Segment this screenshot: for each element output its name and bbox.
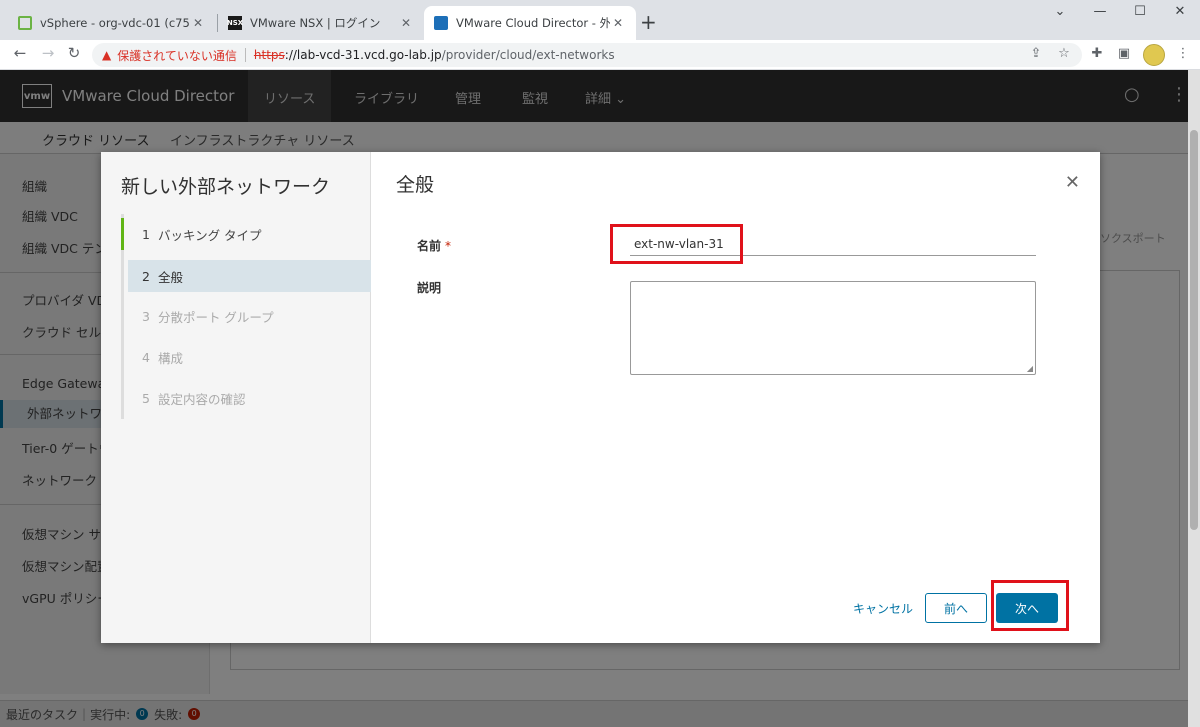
maximize-button[interactable]: ☐ [1130, 4, 1150, 19]
url-scheme: https [253, 48, 285, 62]
wizard-content: 全般 ✕ 名前 * ext-nw-vlan-31 説明 ◢ キャンセル 前へ 次へ [372, 152, 1100, 643]
step-label: バッキング タイプ [157, 227, 262, 243]
new-tab-button[interactable]: + [640, 10, 657, 34]
step-backing-type[interactable]: 1 バッキング タイプ [121, 218, 371, 250]
step-label: 構成 [157, 350, 183, 366]
step-review: 5 設定内容の確認 [142, 390, 246, 407]
close-icon[interactable]: ✕ [1065, 172, 1080, 193]
name-label: 名前 * [417, 239, 452, 253]
tab-title: VMware NSX | ログイン [250, 16, 381, 30]
browser-tab-vcd[interactable]: VMware Cloud Director - 外部ネ ✕ [424, 6, 636, 40]
not-secure-label[interactable]: 保護されていない通信 [117, 47, 237, 64]
page-scrollbar[interactable] [1188, 70, 1200, 727]
tab-search-icon[interactable]: ⌄ [1050, 4, 1070, 19]
side-panel-icon[interactable]: ▣ [1115, 46, 1133, 61]
browser-tab-bar: vSphere - org-vdc-01 (c75f0cb2- ✕ NSX VM… [0, 0, 1200, 40]
page-heading: 全般 [396, 174, 435, 196]
extensions-icon[interactable]: ✚ [1088, 46, 1106, 61]
close-tab-icon[interactable]: ✕ [398, 16, 414, 30]
step-label: 分散ポート グループ [157, 309, 274, 325]
nsx-icon: NSX [227, 16, 243, 30]
scrollbar-thumb[interactable] [1190, 130, 1198, 530]
resize-handle-icon[interactable]: ◢ [1027, 364, 1033, 373]
tab-title: VMware Cloud Director - 外部ネ [456, 16, 610, 30]
warning-icon: ▲ [102, 48, 112, 62]
reload-icon[interactable]: ↻ [64, 44, 84, 62]
previous-button[interactable]: 前へ [925, 593, 987, 623]
close-tab-icon[interactable]: ✕ [190, 16, 206, 30]
step-configuration: 4 構成 [142, 349, 183, 366]
back-icon[interactable]: ← [10, 44, 30, 62]
wizard-steps-panel: 新しい外部ネットワーク 1 バッキング タイプ 2 全般 3 分散ポート グルー… [101, 152, 371, 643]
new-external-network-wizard: 新しい外部ネットワーク 1 バッキング タイプ 2 全般 3 分散ポート グルー… [101, 152, 1100, 643]
step-label: 設定内容の確認 [157, 391, 246, 407]
minimize-button[interactable]: — [1090, 4, 1110, 19]
vsphere-icon [18, 16, 32, 30]
vcd-icon [434, 16, 448, 30]
wizard-title: 新しい外部ネットワーク [121, 176, 331, 198]
share-icon[interactable]: ⇪ [1027, 46, 1045, 61]
menu-kebab-icon[interactable]: ⋮ [1174, 46, 1192, 61]
description-label: 説明 [417, 281, 442, 295]
required-mark: * [445, 239, 452, 253]
profile-avatar[interactable] [1143, 44, 1165, 66]
cancel-button[interactable]: キャンセル [850, 593, 916, 623]
browser-tab-vsphere[interactable]: vSphere - org-vdc-01 (c75f0cb2- ✕ [8, 6, 216, 40]
step-label: 全般 [157, 269, 183, 285]
address-bar[interactable]: ▲ 保護されていない通信 https ://lab-vcd-31.vcd.go-… [92, 43, 1082, 67]
browser-tab-nsx[interactable]: NSX VMware NSX | ログイン ✕ [218, 6, 424, 40]
address-separator [244, 48, 246, 62]
browser-toolbar: ← → ↻ ▲ 保護されていない通信 https ://lab-vcd-31.v… [0, 40, 1200, 70]
url-path: /provider/cloud/ext-networks [441, 48, 615, 62]
highlight-box-next [991, 580, 1069, 631]
bookmark-star-icon[interactable]: ☆ [1055, 46, 1073, 61]
url-host: ://lab-vcd-31.vcd.go-lab.jp [284, 48, 442, 62]
forward-icon[interactable]: → [38, 44, 58, 62]
tab-title: vSphere - org-vdc-01 (c75f0cb2- [40, 16, 190, 30]
step-general[interactable]: 2 全般 [128, 260, 371, 292]
close-window-button[interactable]: ✕ [1170, 4, 1190, 19]
close-tab-icon[interactable]: ✕ [610, 16, 626, 30]
step-distributed-port-group: 3 分散ポート グループ [142, 308, 274, 325]
highlight-box-name [610, 224, 743, 264]
description-textarea[interactable]: ◢ [630, 281, 1036, 375]
